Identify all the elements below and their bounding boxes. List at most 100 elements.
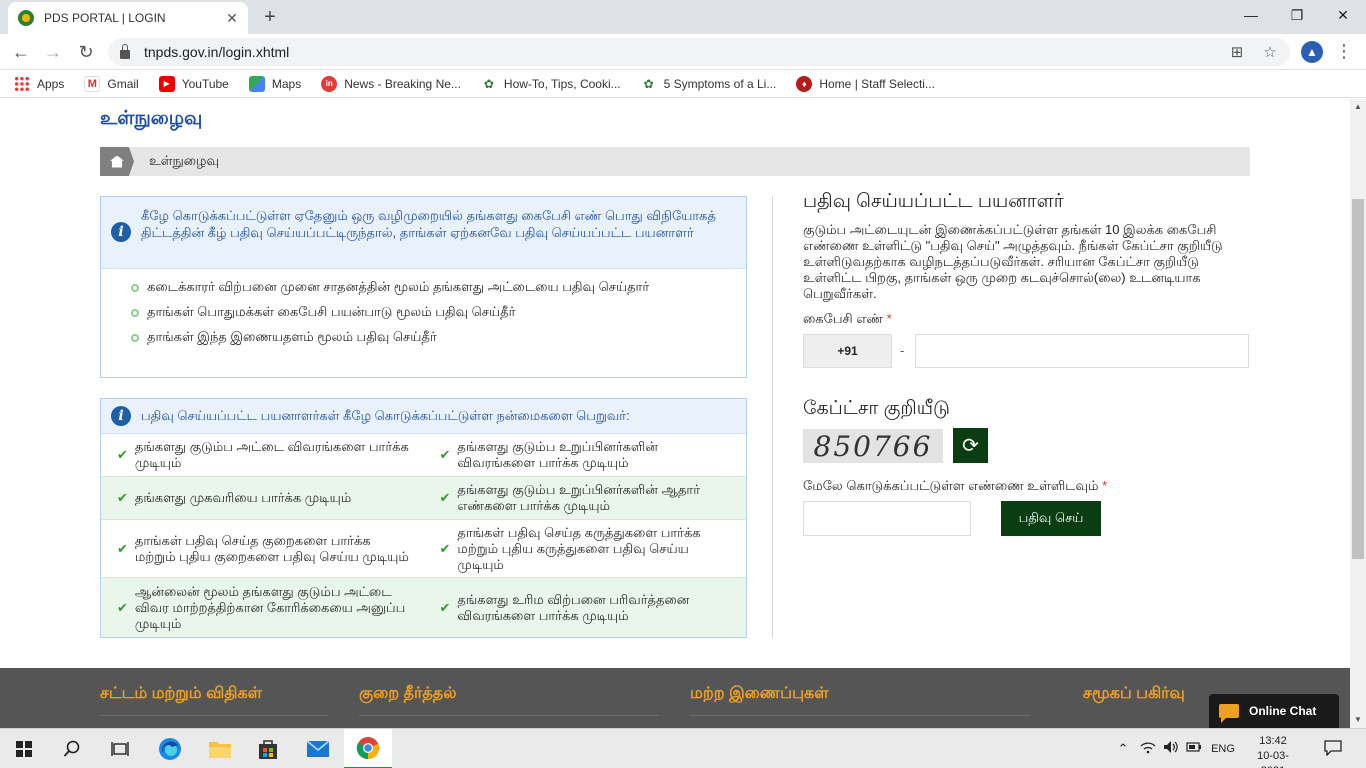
check-icon: ✔: [117, 599, 128, 615]
list-item: கடைக்காரர் விற்பனை முனை சாதனத்தின் மூலம்…: [131, 279, 746, 295]
chrome-taskbar-icon[interactable]: [344, 729, 392, 768]
bookmark-staff-selection[interactable]: ♦ Home | Staff Selecti...: [796, 75, 935, 92]
register-button[interactable]: பதிவு செய்: [1001, 501, 1101, 536]
benefit-cell: ✔ தங்களது உரிம விற்பனை பரிவர்த்தனை விவரங்…: [424, 578, 747, 637]
bookmark-star-icon[interactable]: ☆: [1261, 44, 1279, 62]
bookmark-label: Home | Staff Selecti...: [819, 76, 935, 91]
network-icon[interactable]: [1139, 740, 1157, 758]
back-arrow-icon[interactable]: ←: [8, 39, 34, 65]
bookmark-label: Apps: [37, 76, 65, 91]
info-heading: i கீழே கொடுக்கப்பட்டுள்ள ஏதேனும் ஒரு வழி…: [101, 197, 746, 269]
mobile-number-input[interactable]: [915, 334, 1249, 368]
minimize-icon[interactable]: —: [1228, 0, 1274, 30]
bookmark-gmail[interactable]: M Gmail: [84, 75, 139, 92]
notifications-icon[interactable]: [1324, 740, 1342, 758]
required-mark: *: [886, 311, 892, 326]
list-item-text: தாங்கள் பொதுமக்கள் கைபேசி பயன்பாடு மூலம்…: [147, 304, 516, 319]
benefit-cell: ✔ தங்களது குடும்ப அட்டை விவரங்களை பார்க்க…: [101, 434, 424, 476]
task-view-icon[interactable]: [96, 729, 144, 768]
battery-icon[interactable]: [1185, 740, 1203, 758]
page-viewport: உள்நுழைவு உள்நுழைவு i கீழே கொடுக்கப்பட்ட…: [0, 99, 1350, 728]
bullet-icon: [131, 334, 139, 342]
registered-info-box: i கீழே கொடுக்கப்பட்டுள்ள ஏதேனும் ஒரு வழி…: [100, 196, 747, 378]
check-icon: ✔: [439, 490, 451, 505]
bookmark-apps[interactable]: Apps: [14, 75, 65, 92]
address-bar[interactable]: tnpds.gov.in/login.xhtml ⊞ ☆: [108, 38, 1290, 66]
youtube-icon: ▶: [158, 75, 175, 92]
browser-menu-icon[interactable]: ⋮: [1334, 40, 1354, 64]
info-list: கடைக்காரர் விற்பனை முனை சாதனத்தின் மூலம்…: [101, 269, 746, 345]
forward-arrow-icon[interactable]: →: [40, 39, 66, 65]
search-icon[interactable]: [48, 729, 96, 768]
footer-divider: [100, 715, 328, 716]
breadcrumb-current: உள்நுழைவு: [149, 153, 219, 168]
file-explorer-icon[interactable]: [196, 729, 244, 768]
bookmark-label: Gmail: [107, 76, 139, 91]
bookmark-maps[interactable]: Maps: [248, 75, 301, 92]
maximize-icon[interactable]: ❐: [1274, 0, 1320, 30]
clock-date: 10-03-2021: [1257, 750, 1289, 768]
home-icon[interactable]: [100, 147, 134, 176]
windows-start-icon[interactable]: [0, 729, 48, 768]
bookmark-news[interactable]: in News - Breaking Ne...: [321, 75, 461, 92]
lock-icon[interactable]: [120, 43, 130, 59]
url-text[interactable]: tnpds.gov.in/login.xhtml: [144, 44, 289, 60]
bookmark-youtube[interactable]: ▶ YouTube: [158, 75, 229, 92]
store-icon[interactable]: [244, 729, 292, 768]
benefit-cell: ✔ ஆன்லைன் மூலம் தங்களது குடும்ப அட்டை விவ…: [101, 578, 424, 637]
reload-icon[interactable]: ↻: [73, 39, 99, 65]
captcha-input[interactable]: [803, 501, 971, 536]
benefit-text: தங்களது குடும்ப உறுப்பினர்களின் ஆதார் எண…: [457, 482, 701, 513]
bullet-icon: [131, 309, 139, 317]
browser-tab[interactable]: PDS PORTAL | LOGIN ✕: [8, 2, 248, 34]
howto-icon: ✿: [483, 76, 494, 91]
footer-heading-social: சமூகப் பகிர்வு: [1083, 685, 1185, 702]
close-tab-icon[interactable]: ✕: [224, 10, 240, 26]
translate-icon[interactable]: ⊞: [1228, 44, 1246, 62]
benefit-row: ✔ தங்களது முகவரியை பார்க்க முடியும் ✔ தங்க…: [101, 477, 746, 520]
benefit-cell: ✔ தாங்கள் பதிவு செய்த குறைகளை பார்க்க மற்…: [101, 520, 424, 577]
page-scrollbar[interactable]: ▲ ▼: [1350, 99, 1366, 728]
benefit-cell: ✔ தங்களது முகவரியை பார்க்க முடியும்: [101, 477, 424, 519]
bookmark-howto[interactable]: ✿ How-To, Tips, Cooki...: [481, 76, 621, 92]
language-indicator[interactable]: ENG: [1208, 740, 1238, 758]
scroll-thumb[interactable]: [1352, 199, 1364, 559]
country-code: +91: [803, 334, 892, 368]
maps-icon: [248, 75, 265, 92]
captcha-title: கேப்ட்சா குறியீடு: [803, 398, 950, 419]
refresh-captcha-button[interactable]: ⟳: [953, 428, 988, 463]
scroll-up-icon[interactable]: ▲: [1350, 99, 1366, 115]
benefit-cell: ✔ தாங்கள் பதிவு செய்த கருத்துகளை பார்க்க …: [424, 520, 747, 577]
info-heading-text: கீழே கொடுக்கப்பட்டுள்ள ஏதேனும் ஒரு வழிமு…: [141, 208, 716, 240]
benefit-row: ✔ ஆன்லைன் மூலம் தங்களது குடும்ப அட்டை விவ…: [101, 578, 746, 637]
registered-user-title: பதிவு செய்யப்பட்ட பயனாளர்: [803, 191, 1064, 212]
list-item: தாங்கள் இந்த இணையதளம் மூலம் பதிவு செய்தீ…: [131, 329, 746, 345]
footer-heading-grievance: குறை தீர்த்தல்: [359, 685, 457, 702]
mobile-label: கைபேசி எண் *: [803, 311, 892, 328]
profile-avatar[interactable]: ▲: [1301, 41, 1323, 63]
mobile-label-text: கைபேசி எண்: [803, 311, 883, 326]
clock[interactable]: 13:42 10-03-2021: [1246, 734, 1300, 768]
list-item-text: கடைக்காரர் விற்பனை முனை சாதனத்தின் மூலம்…: [147, 279, 650, 294]
edge-browser-icon[interactable]: [146, 729, 194, 768]
show-hidden-icons-icon[interactable]: ⌃: [1114, 740, 1132, 758]
benefit-text: தாங்கள் பதிவு செய்த கருத்துகளை பார்க்க ம…: [457, 524, 701, 572]
info-icon: i: [111, 222, 131, 242]
scroll-down-icon[interactable]: ▼: [1350, 712, 1366, 728]
volume-icon[interactable]: [1162, 740, 1180, 758]
separator: -: [900, 343, 905, 358]
check-icon: ✔: [117, 447, 128, 462]
online-chat-button[interactable]: Online Chat: [1209, 694, 1339, 728]
bookmark-symptoms[interactable]: ✿ 5 Symptoms of a Li...: [641, 76, 777, 92]
mail-icon[interactable]: [294, 729, 342, 768]
taskbar: ⌃ ENG 13:42 10-03-2021: [0, 728, 1366, 768]
new-tab-button[interactable]: +: [258, 6, 282, 30]
tab-title: PDS PORTAL | LOGIN: [44, 11, 166, 25]
close-window-icon[interactable]: ✕: [1320, 0, 1366, 30]
tab-favicon-icon: [18, 10, 34, 26]
registered-user-description: குடும்ப அட்டையுடன் இணைக்கப்பட்டுள்ள தங்க…: [803, 222, 1223, 301]
online-chat-label: Online Chat: [1249, 704, 1317, 718]
news-icon: in: [321, 75, 338, 92]
breadcrumb: உள்நுழைவு: [100, 147, 1250, 176]
footer-divider: [690, 715, 1030, 716]
